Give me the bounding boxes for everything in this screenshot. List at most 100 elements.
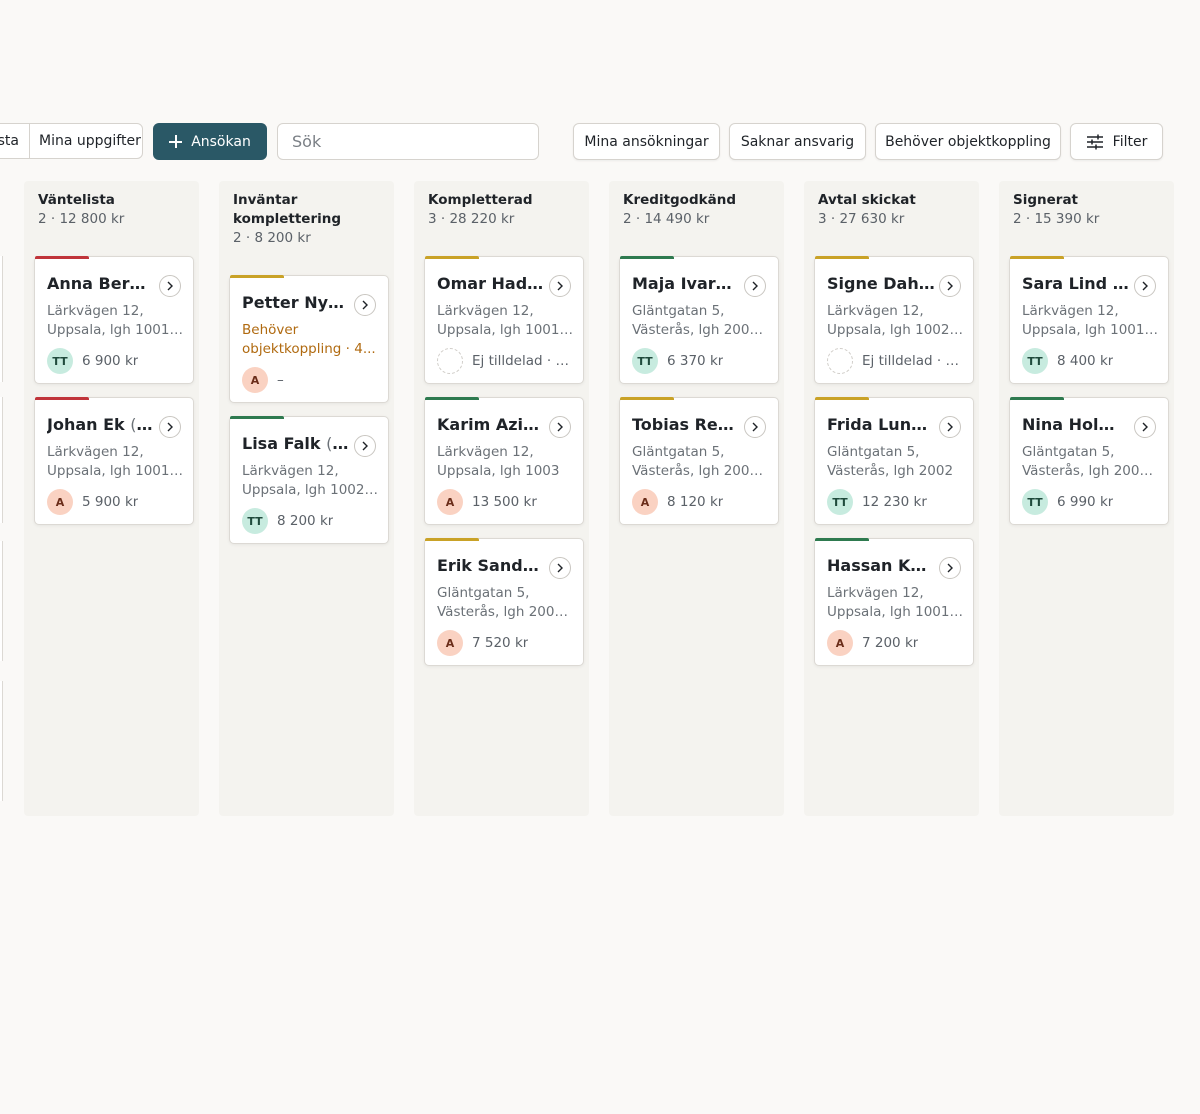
chevron-right-icon	[557, 281, 563, 291]
address-line: Uppsala, lgh 1001,...	[1022, 321, 1158, 338]
filter-chip-my-applications[interactable]: Mina ansökningar	[573, 123, 720, 160]
application-card[interactable]: Tobias Reh... Gläntgatan 5, Västerås, lgh …	[619, 397, 779, 525]
open-card-button[interactable]	[549, 557, 571, 579]
column-title: Inväntar komplettering	[233, 192, 342, 227]
column-title: Signerat	[1013, 192, 1079, 208]
application-card[interactable]: Frida Lund (... Gläntgatan 5, Västerås, lg…	[814, 397, 974, 525]
priority-strip	[1010, 397, 1064, 400]
view-toggle-list[interactable]: sta	[0, 124, 30, 158]
address-line: Uppsala, lgh 1001,...	[827, 603, 963, 620]
amount: 13 500 kr	[472, 494, 537, 510]
open-card-button[interactable]	[744, 275, 766, 297]
open-card-button[interactable]	[159, 275, 181, 297]
open-card-button[interactable]	[939, 416, 961, 438]
open-card-button[interactable]	[159, 416, 181, 438]
board-column: Avtal skickat 3 · 27 630 kr Signe Dahl ...…	[804, 181, 979, 816]
application-card[interactable]: Karim Aziz ... Lärkvägen 12, Uppsala, lgh …	[424, 397, 584, 525]
filter-label: Filter	[1112, 133, 1148, 150]
address: Lärkvägen 12, Uppsala, lgh 1001,...	[1022, 302, 1158, 339]
address-line: Lärkvägen 12,	[242, 463, 339, 479]
priority-strip	[425, 538, 479, 541]
board-column: Signerat 2 · 15 390 kr Sara Lind (... Lärkv…	[999, 181, 1174, 816]
address-line: Lärkvägen 12,	[827, 303, 924, 319]
avatar: A	[827, 630, 853, 656]
application-card[interactable]: Maja Ivarss... Gläntgatan 5, Västerås, lgh…	[619, 256, 779, 384]
card-footer: TT 6 900 kr	[47, 348, 185, 374]
address-line: Uppsala, lgh 1002,...	[242, 481, 378, 498]
filter-chip-needs-object[interactable]: Behöver objektkoppling	[875, 123, 1061, 160]
address: Lärkvägen 12, Uppsala, lgh 1002,...	[827, 302, 963, 339]
address: Gläntgatan 5, Västerås, lgh 2001,...	[437, 584, 573, 621]
applicant-name: Frida Lund (...	[827, 415, 935, 435]
chevron-right-icon	[947, 422, 953, 432]
address-line: Uppsala, lgh 1001,...	[47, 321, 183, 338]
amount: 8 400 kr	[1057, 353, 1114, 369]
applicant-name-suffix: (...	[1120, 415, 1130, 434]
view-toggle: sta Mina uppgifter	[0, 123, 143, 159]
applicant-name-suffix: (d...	[326, 434, 350, 453]
applicant-name: Karim Aziz ...	[437, 415, 545, 435]
application-card[interactable]: Signe Dahl ... Lärkvägen 12, Uppsala, lgh …	[814, 256, 974, 384]
applicant-name: Hassan Kar...	[827, 556, 935, 576]
column-header: Avtal skickat 3 · 27 630 kr	[804, 181, 979, 229]
avatar: TT	[47, 348, 73, 374]
card-footer: TT 8 400 kr	[1022, 348, 1160, 374]
new-application-button[interactable]: Ansökan	[153, 123, 267, 160]
priority-strip	[230, 416, 284, 419]
applicant-name: Johan Ek (d...	[47, 415, 155, 435]
card-footer: Ej tilldelad · 7 ...	[437, 348, 575, 374]
applicant-name: Sara Lind (...	[1022, 274, 1130, 294]
column-header: Kreditgodkänd 2 · 14 490 kr	[609, 181, 784, 229]
open-card-button[interactable]	[744, 416, 766, 438]
applicant-name-text: Johan Ek	[47, 415, 125, 434]
chevron-right-icon	[557, 563, 563, 573]
open-card-button[interactable]	[549, 416, 571, 438]
open-card-button[interactable]	[549, 275, 571, 297]
application-card[interactable]: Erik Sandel... Gläntgatan 5, Västerås, lgh…	[424, 538, 584, 666]
amount: 8 200 kr	[277, 513, 334, 529]
card-partial[interactable]	[0, 256, 3, 382]
open-card-button[interactable]	[354, 294, 376, 316]
open-card-button[interactable]	[939, 275, 961, 297]
filter-button[interactable]: Filter	[1070, 123, 1163, 160]
filter-chip-missing-owner[interactable]: Saknar ansvarig	[729, 123, 866, 160]
avatar: TT	[632, 348, 658, 374]
card-footer: A 7 200 kr	[827, 630, 965, 656]
chevron-right-icon	[167, 281, 173, 291]
column-summary: 3 · 28 220 kr	[428, 211, 515, 227]
address-line: Västerås, lgh 2001,...	[632, 462, 768, 479]
priority-strip	[815, 538, 869, 541]
priority-strip	[35, 397, 89, 400]
application-card[interactable]: Petter Nym... Behöver objektkoppling · 4..…	[229, 275, 389, 403]
priority-strip	[425, 397, 479, 400]
card-partial[interactable]	[0, 541, 3, 661]
chevron-right-icon	[947, 281, 953, 291]
open-card-button[interactable]	[1134, 416, 1156, 438]
application-card[interactable]: Hassan Kar... Lärkvägen 12, Uppsala, lgh 1…	[814, 538, 974, 666]
applicant-name-text: Petter Nym...	[242, 293, 350, 312]
chevron-right-icon	[362, 300, 368, 310]
search-input[interactable]	[277, 123, 539, 160]
card-partial[interactable]	[0, 397, 3, 523]
application-card[interactable]: Nina Holm (... Gläntgatan 5, Västerås, lgh…	[1009, 397, 1169, 525]
card-partial[interactable]	[0, 681, 3, 801]
priority-strip	[815, 397, 869, 400]
open-card-button[interactable]	[939, 557, 961, 579]
application-card[interactable]: Omar Hadd... Lärkvägen 12, Uppsala, lgh 10…	[424, 256, 584, 384]
view-toggle-my-tasks[interactable]: Mina uppgifter	[30, 124, 141, 158]
application-card[interactable]: Lisa Falk (d... Lärkvägen 12, Uppsala, lgh…	[229, 416, 389, 544]
application-card[interactable]: Anna Berg (...Lärkvägen 12,Uppsala, lgh …	[34, 256, 194, 384]
board-column: Inväntar komplettering 2 · 8 200 kr Petter…	[219, 181, 394, 816]
application-card[interactable]: Johan Ek (d... Lärkvägen 12, Uppsala, lgh …	[34, 397, 194, 525]
address: Lärkvägen 12, Uppsala, lgh 1001,...	[827, 584, 963, 621]
open-card-button[interactable]	[354, 435, 376, 457]
address: Lärkvägen 12, Uppsala, lgh 1001,...	[47, 302, 183, 339]
address-line: Lärkvägen 12,	[47, 444, 144, 460]
open-card-button[interactable]	[1134, 275, 1156, 297]
chevron-right-icon	[1142, 281, 1148, 291]
application-card[interactable]: Sara Lind (... Lärkvägen 12, Uppsala, lgh …	[1009, 256, 1169, 384]
address: Gläntgatan 5, Västerås, lgh 2001,...	[1022, 443, 1158, 480]
address-line: Västerås, lgh 2001,...	[632, 321, 768, 338]
address: Gläntgatan 5, Västerås, lgh 2001,...	[632, 302, 768, 339]
applicant-name-text: Tobias Reh...	[632, 415, 740, 434]
